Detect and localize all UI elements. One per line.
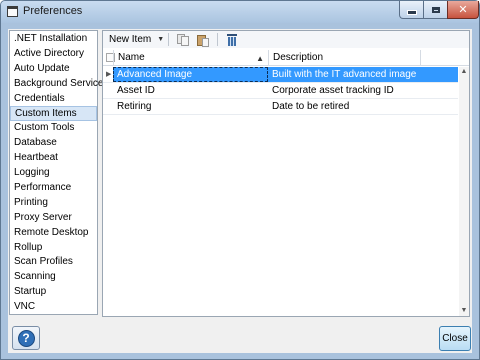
category-list-items: .NET Installation Active Directory Auto … xyxy=(10,31,104,315)
nav-item-vnc[interactable]: VNC xyxy=(10,300,97,315)
current-row-icon: ▶ xyxy=(106,71,112,78)
delete-icon[interactable] xyxy=(225,33,239,47)
toolbar: New Item ▼ xyxy=(103,31,469,48)
window-title: Preferences xyxy=(23,5,83,17)
column-header-name[interactable]: Name ▲ xyxy=(113,50,268,66)
grid-header: Name ▲ Description xyxy=(103,50,469,66)
new-item-label: New Item xyxy=(109,34,152,45)
scroll-up-icon[interactable]: ▲ xyxy=(459,67,469,77)
preferences-window: Preferences ✕ .NET Installation Active D… xyxy=(0,0,480,360)
nav-item-active-directory[interactable]: Active Directory xyxy=(10,47,97,62)
nav-item-heartbeat[interactable]: Heartbeat xyxy=(10,151,97,166)
table-row[interactable]: ▶ Advanced Image Built with the IT advan… xyxy=(103,67,458,83)
maximize-icon xyxy=(431,6,440,13)
help-button[interactable]: ? xyxy=(12,326,40,350)
new-item-dropdown-button[interactable]: New Item ▼ xyxy=(109,34,164,45)
row-name-cell[interactable]: Asset ID xyxy=(113,83,268,98)
category-list[interactable]: .NET Installation Active Directory Auto … xyxy=(9,30,104,315)
window-close-button[interactable]: ✕ xyxy=(447,1,479,19)
nav-item-logging[interactable]: Logging xyxy=(10,166,97,181)
close-icon: ✕ xyxy=(458,3,468,16)
vertical-scrollbar[interactable]: ▲ ▼ xyxy=(459,67,469,316)
nav-item-background-service[interactable]: Background Service xyxy=(10,77,104,92)
minimize-button[interactable] xyxy=(399,1,424,19)
nav-item-auto-update[interactable]: Auto Update xyxy=(10,62,97,77)
maximize-button[interactable] xyxy=(423,1,448,19)
sort-ascending-icon: ▲ xyxy=(256,54,264,63)
nav-item-custom-tools[interactable]: Custom Tools xyxy=(10,121,97,136)
row-description-cell[interactable]: Corporate asset tracking ID xyxy=(268,83,458,98)
toolbar-separator xyxy=(217,33,219,46)
nav-item-startup[interactable]: Startup xyxy=(10,285,97,300)
nav-item-rollup[interactable]: Rollup xyxy=(10,241,97,256)
nav-item-printing[interactable]: Printing xyxy=(10,196,97,211)
help-icon: ? xyxy=(17,329,35,347)
nav-item-custom-items[interactable]: Custom Items xyxy=(10,106,97,122)
nav-item-proxy-server[interactable]: Proxy Server xyxy=(10,211,97,226)
row-description-cell[interactable]: Built with the IT advanced image xyxy=(268,67,458,82)
nav-item-scan-profiles[interactable]: Scan Profiles xyxy=(10,255,97,270)
custom-items-panel: New Item ▼ Name ▲ Description ▶ Advanced… xyxy=(102,30,470,317)
nav-item-credentials[interactable]: Credentials xyxy=(10,92,97,107)
paste-icon[interactable] xyxy=(196,33,210,47)
scroll-down-icon[interactable]: ▼ xyxy=(459,306,469,316)
nav-item-scanning[interactable]: Scanning xyxy=(10,270,97,285)
grid-rows: ▶ Advanced Image Built with the IT advan… xyxy=(103,67,458,115)
nav-item-database[interactable]: Database xyxy=(10,136,97,151)
items-grid: Name ▲ Description ▶ Advanced Image Buil… xyxy=(103,50,469,316)
dialog-client-area: .NET Installation Active Directory Auto … xyxy=(8,29,472,353)
window-app-icon xyxy=(7,6,18,17)
column-header-description[interactable]: Description xyxy=(268,50,421,66)
toolbar-separator xyxy=(168,33,170,46)
table-row[interactable]: Retiring Date to be retired xyxy=(103,99,458,115)
nav-item-net-installation[interactable]: .NET Installation xyxy=(10,32,97,47)
chevron-down-icon: ▼ xyxy=(157,36,165,43)
row-description-cell[interactable]: Date to be retired xyxy=(268,99,458,114)
title-bar[interactable]: Preferences ✕ xyxy=(1,1,479,23)
nav-item-performance[interactable]: Performance xyxy=(10,181,97,196)
close-button[interactable]: Close xyxy=(439,326,471,351)
column-header-description-label: Description xyxy=(273,52,324,63)
table-row[interactable]: Asset ID Corporate asset tracking ID xyxy=(103,83,458,99)
row-name-cell[interactable]: Retiring xyxy=(113,99,268,114)
copy-icon[interactable] xyxy=(176,33,190,47)
minimize-icon xyxy=(406,10,417,15)
nav-item-remote-desktop[interactable]: Remote Desktop xyxy=(10,226,97,241)
row-name-cell[interactable]: Advanced Image xyxy=(113,67,268,82)
column-header-name-label: Name xyxy=(118,52,145,63)
